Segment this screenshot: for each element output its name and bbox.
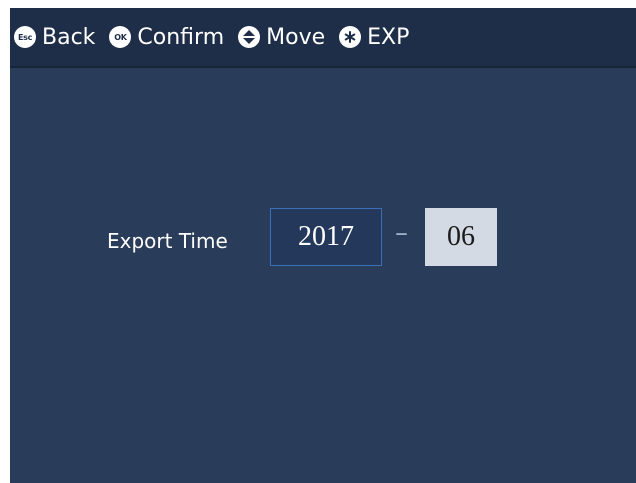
esc-key-icon: Esc <box>14 26 36 48</box>
confirm-hint[interactable]: OK Confirm <box>109 25 224 50</box>
asterisk-key-icon <box>339 26 362 48</box>
exp-hint[interactable]: EXP <box>339 25 409 50</box>
move-hint[interactable]: Move <box>238 25 325 50</box>
key-hint-bar: Esc Back OK Confirm Move EXP <box>10 8 636 68</box>
screen: Esc Back OK Confirm Move EXP Export Time… <box>10 8 636 483</box>
year-field[interactable]: 2017 <box>270 208 382 266</box>
move-label: Move <box>266 24 326 50</box>
confirm-label: Confirm <box>137 24 225 50</box>
month-field[interactable]: 06 <box>425 208 497 266</box>
date-separator: – <box>395 218 408 248</box>
export-time-label: Export Time <box>107 229 228 253</box>
back-hint[interactable]: Esc Back <box>14 25 95 50</box>
back-label: Back <box>42 24 96 50</box>
exp-label: EXP <box>367 24 410 50</box>
ok-key-icon: OK <box>109 26 132 48</box>
export-time-row: Export Time 2017 – 06 <box>10 208 636 268</box>
up-down-arrows-icon <box>238 26 261 48</box>
